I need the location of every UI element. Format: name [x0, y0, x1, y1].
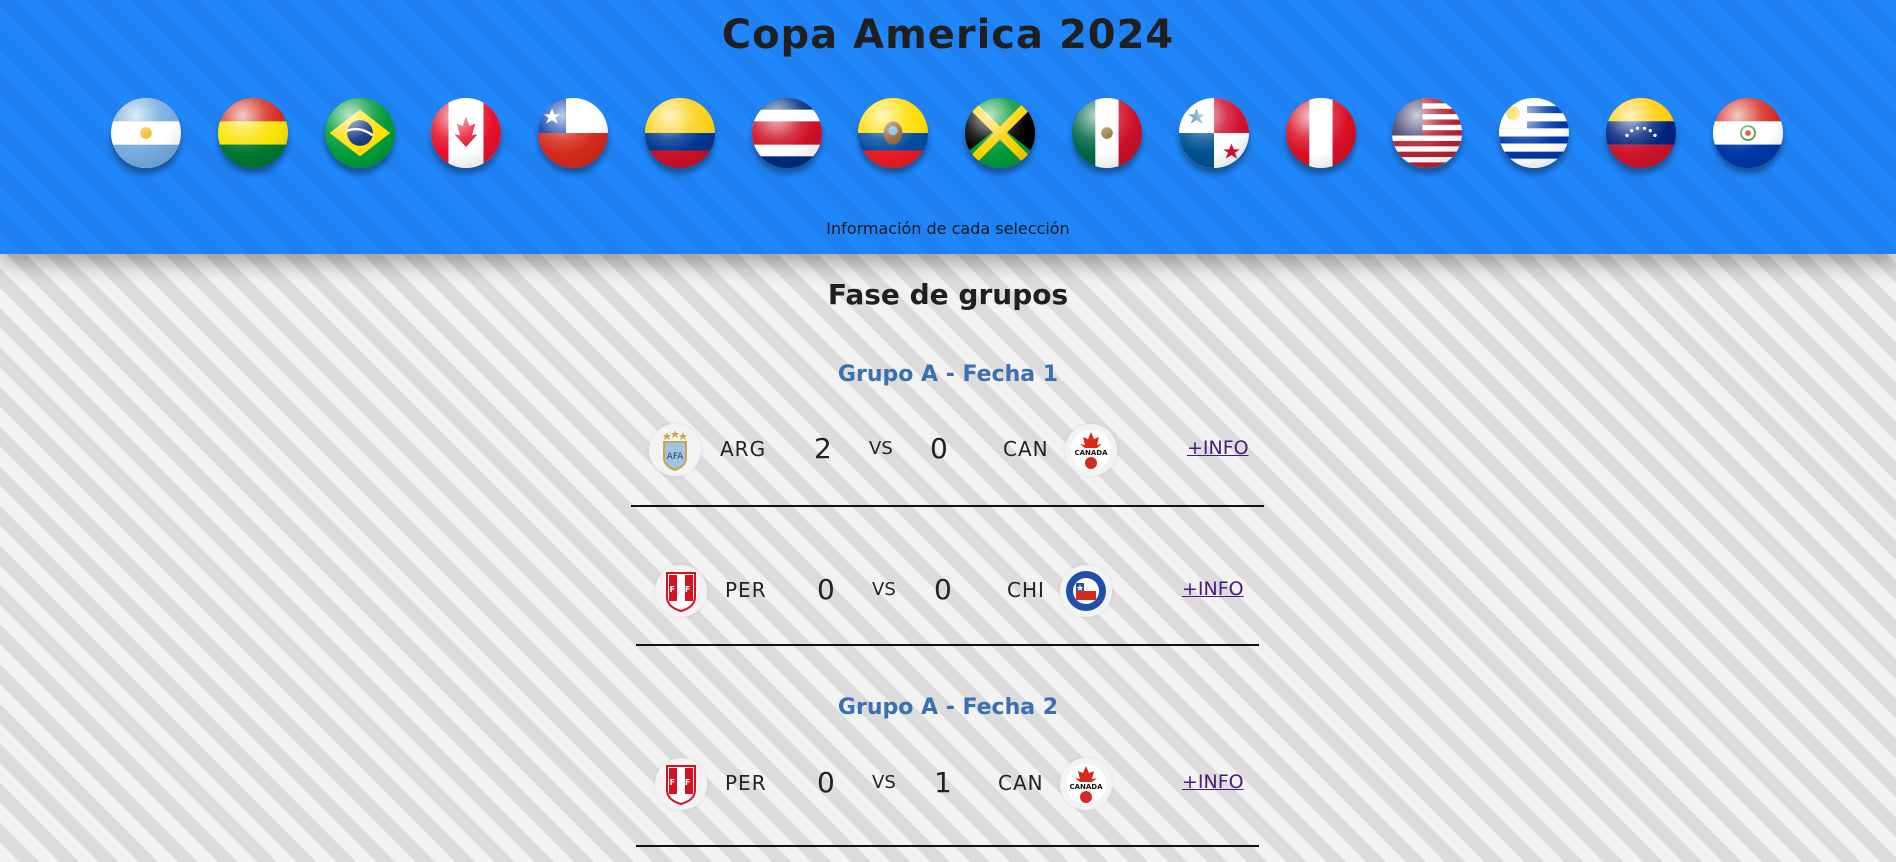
site-title: Copa America 2024 — [721, 12, 1175, 58]
brazil-flag-icon[interactable] — [325, 98, 395, 168]
svg-text:FPF: FPF — [670, 585, 693, 594]
home-team-code: PER — [725, 771, 767, 795]
match-row: FPF PER 0 VS 1 CAN CANADA +INFO — [0, 756, 1896, 847]
jamaica-flag-icon[interactable] — [965, 98, 1035, 168]
home-score: 0 — [817, 573, 835, 606]
match-divider — [631, 505, 1264, 507]
versus-label: VS — [872, 772, 896, 793]
more-info-link[interactable]: +INFO — [1182, 578, 1244, 600]
away-score: 1 — [934, 766, 952, 799]
more-info-link[interactable]: +INFO — [1182, 771, 1244, 793]
match-row: AFA ARG 2 VS 0 CAN CANADA +INFO — [0, 424, 1896, 507]
ecuador-flag-icon[interactable] — [858, 98, 928, 168]
versus-label: VS — [872, 579, 896, 600]
more-info-link[interactable]: +INFO — [1187, 437, 1249, 459]
home-score: 2 — [814, 432, 832, 465]
fpf-crest-icon: FPF — [655, 565, 707, 617]
colombia-flag-icon[interactable] — [645, 98, 715, 168]
away-team-code: CHI — [1007, 578, 1045, 602]
versus-label: VS — [869, 438, 893, 459]
afa-crest-icon: AFA — [649, 424, 701, 476]
match-divider — [636, 644, 1259, 646]
away-team-code: CAN — [998, 771, 1044, 795]
canada-flag-icon[interactable] — [431, 98, 501, 168]
home-team-code: ARG — [720, 437, 767, 461]
svg-text:AFA: AFA — [667, 452, 685, 462]
mexico-flag-icon[interactable] — [1072, 98, 1142, 168]
canada-soccer-crest-icon: CANADA — [1065, 424, 1117, 476]
group-title: Grupo A - Fecha 2 — [837, 695, 1059, 720]
group-title: Grupo A - Fecha 1 — [837, 362, 1059, 387]
away-score: 0 — [930, 432, 948, 465]
home-team-code: PER — [725, 578, 767, 602]
chile-flag-icon[interactable] — [538, 98, 608, 168]
section-title: Fase de grupos — [827, 278, 1069, 311]
panama-flag-icon[interactable] — [1179, 98, 1249, 168]
costa-rica-flag-icon[interactable] — [752, 98, 822, 168]
match-divider — [636, 845, 1259, 847]
team-flags-row — [0, 98, 1896, 178]
venezuela-flag-icon[interactable] — [1606, 98, 1676, 168]
usa-flag-icon[interactable] — [1392, 98, 1462, 168]
flags-caption: Información de cada selección — [826, 219, 1070, 238]
svg-text:FPF: FPF — [670, 778, 693, 787]
canada-soccer-crest-icon: CANADA — [1060, 758, 1112, 810]
svg-text:CANADA: CANADA — [1074, 449, 1108, 457]
peru-flag-icon[interactable] — [1286, 98, 1356, 168]
chile-federation-crest-icon — [1060, 565, 1112, 617]
fpf-crest-icon: FPF — [655, 758, 707, 810]
site-header: Copa America 2024 Información de cada se… — [0, 0, 1896, 254]
argentina-flag-icon[interactable] — [111, 98, 181, 168]
away-score: 0 — [934, 573, 952, 606]
match-row: FPF PER 0 VS 0 CHI +INFO — [0, 563, 1896, 646]
home-score: 0 — [817, 766, 835, 799]
uruguay-flag-icon[interactable] — [1499, 98, 1569, 168]
svg-text:CANADA: CANADA — [1069, 783, 1103, 791]
away-team-code: CAN — [1003, 437, 1049, 461]
paraguay-flag-icon[interactable] — [1713, 98, 1783, 168]
bolivia-flag-icon[interactable] — [218, 98, 288, 168]
